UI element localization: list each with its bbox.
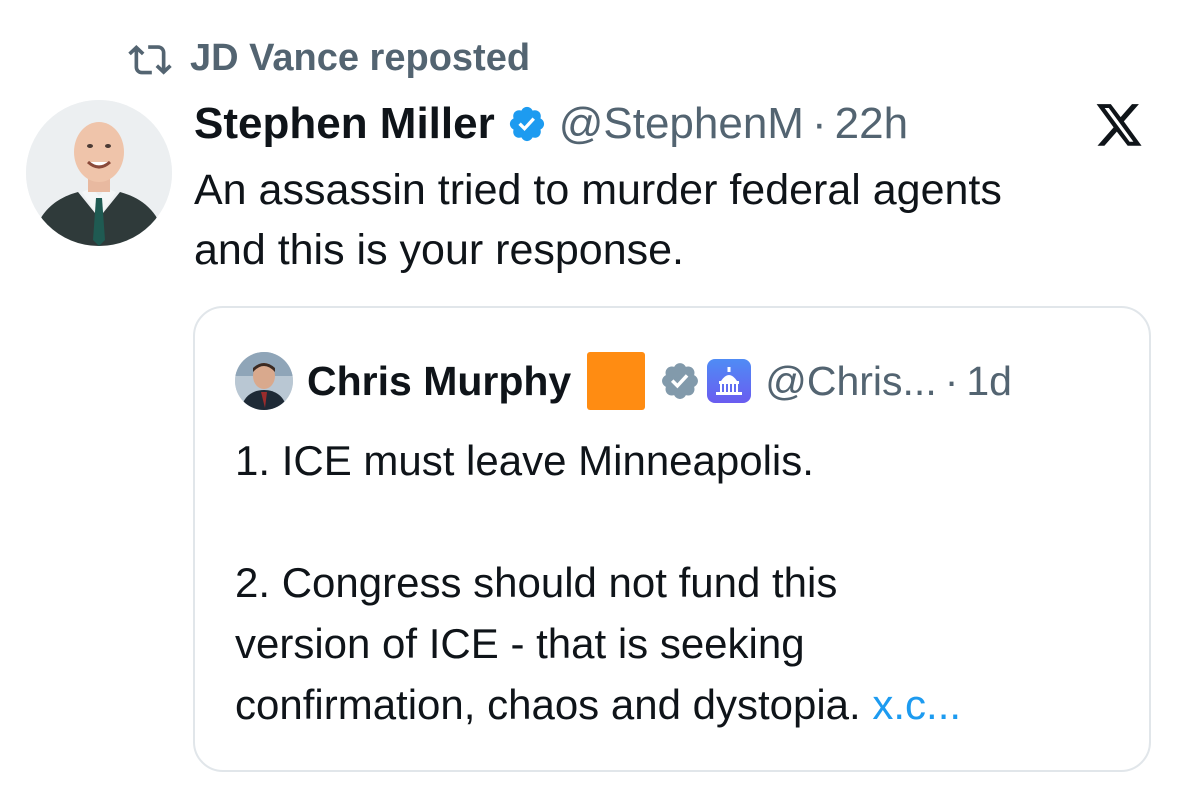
quoted-author-avatar[interactable] (235, 352, 293, 410)
x-logo-icon (1094, 102, 1144, 150)
post-text: An assassin tried to murder federal agen… (194, 160, 1154, 280)
quoted-author-handle[interactable]: @Chris... (765, 353, 936, 409)
post-text-line: and this is your response. (194, 226, 684, 274)
quoted-text-line: version of ICE - that is seeking (235, 620, 805, 667)
quoted-post-text: 1. ICE must leave Minneapolis. 2. Congre… (235, 430, 1115, 735)
quoted-post-time[interactable]: 1d (966, 353, 1012, 409)
quoted-post-card[interactable]: Chris Murphy @Chris... · 1d 1. ICE must … (193, 306, 1151, 772)
author-handle[interactable]: @StephenM (559, 96, 804, 152)
quoted-text-line: 2. Congress should not fund this (235, 559, 838, 606)
post-header: Stephen Miller @StephenM · 22h (194, 96, 908, 152)
quoted-post-header: Chris Murphy @Chris... · 1d (235, 352, 1012, 410)
repost-indicator[interactable]: JD Vance reposted (128, 34, 530, 82)
quoted-text-line: 1. ICE must leave Minneapolis. (235, 437, 814, 484)
quoted-text-line: confirmation, chaos and dystopia. (235, 681, 861, 728)
repost-icon (128, 34, 176, 82)
post-time[interactable]: 22h (835, 96, 908, 152)
separator-dot: · (944, 358, 959, 404)
quoted-author-name[interactable]: Chris Murphy (307, 353, 571, 409)
gray-verified-badge-icon[interactable] (659, 360, 701, 402)
verified-badge-icon[interactable] (507, 104, 547, 144)
post-screenshot: JD Vance reposted Stephen Miller @Stephe… (0, 0, 1179, 793)
author-avatar[interactable] (26, 100, 172, 246)
orange-square-icon (587, 352, 646, 410)
post-text-line: An assassin tried to murder federal agen… (194, 166, 1002, 214)
separator-dot: · (811, 99, 827, 148)
author-name[interactable]: Stephen Miller (194, 96, 495, 152)
repost-label: JD Vance reposted (190, 37, 531, 79)
capitol-badge-icon[interactable] (707, 359, 752, 403)
quoted-text-line-last: confirmation, chaos and dystopia. x.c... (235, 674, 1115, 735)
quoted-link[interactable]: x.c... (872, 681, 961, 728)
